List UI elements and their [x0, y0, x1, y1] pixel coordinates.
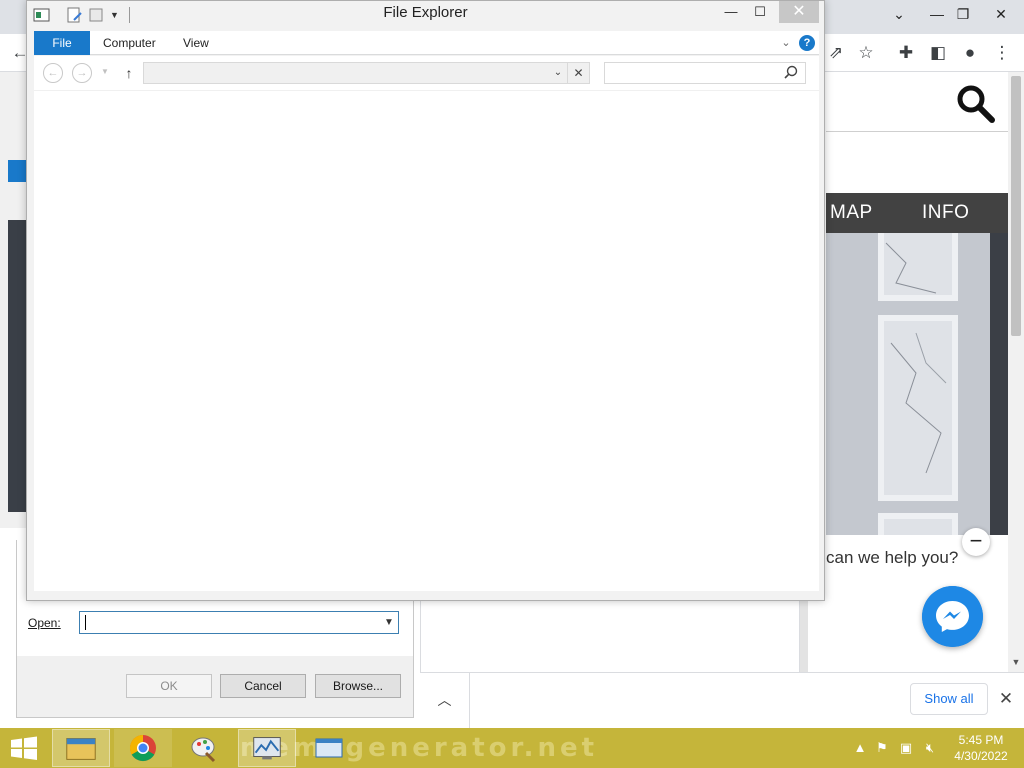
marble-veins-decoration [885, 242, 947, 474]
maximize-button[interactable]: ☐ [745, 1, 775, 23]
scrollbar-thumb[interactable] [1011, 76, 1021, 336]
messenger-chat-button[interactable] [922, 586, 983, 647]
tab-computer[interactable]: Computer [103, 31, 156, 55]
run-taskbar-icon[interactable] [300, 729, 358, 767]
clock-date[interactable]: 4/30/2022 [946, 749, 1016, 763]
menu-kebab-icon[interactable]: ⋮ [990, 42, 1014, 64]
search-input[interactable] [604, 62, 806, 84]
address-bar[interactable] [143, 62, 590, 84]
chevron-down-icon[interactable]: ⌄ [550, 63, 566, 83]
forward-arrow-icon[interactable]: → [72, 63, 92, 83]
hero-edge [990, 233, 1008, 535]
volume-muted-icon[interactable]: 🔇︎ [921, 738, 939, 758]
chat-prompt-text: can we help you? [826, 548, 959, 567]
back-arrow-icon[interactable]: ← [43, 63, 63, 83]
close-icon[interactable]: ✕ [996, 687, 1016, 711]
share-icon[interactable]: ⇗ [824, 42, 848, 64]
tab-view[interactable]: View [183, 31, 209, 55]
search-icon[interactable] [954, 82, 998, 126]
clock-time[interactable]: 5:45 PM [946, 733, 1016, 747]
open-label: Open: [28, 616, 61, 630]
show-all-button[interactable]: Show all [910, 683, 988, 715]
explorer-content-pane[interactable] [34, 90, 819, 591]
bookmark-star-icon[interactable]: ☆ [854, 42, 878, 64]
tab-file[interactable]: File [34, 31, 90, 55]
side-panel-icon[interactable]: ◧ [926, 42, 950, 64]
task-manager-taskbar-icon[interactable] [238, 729, 296, 767]
windows-start-icon[interactable] [0, 728, 48, 768]
background-window-dark-area [8, 220, 28, 512]
file-explorer-taskbar-icon[interactable] [52, 729, 110, 767]
recent-locations-icon[interactable]: ▼ [101, 66, 111, 78]
window-title: File Explorer [383, 4, 468, 21]
show-hidden-icons-icon[interactable]: ▲ [851, 738, 869, 758]
expand-ribbon-icon[interactable]: ⌄ [778, 34, 794, 52]
search-icon[interactable] [782, 64, 800, 82]
network-icon[interactable]: ▣ [897, 738, 915, 758]
background-window-accent [8, 160, 28, 182]
open-combobox[interactable] [79, 611, 399, 634]
text-caret [85, 615, 86, 630]
up-arrow-icon[interactable]: ↑ [120, 63, 138, 83]
chevron-up-icon[interactable]: ︿ [420, 672, 470, 728]
action-center-icon[interactable]: ⚑ [873, 738, 891, 758]
profile-avatar-icon[interactable]: ● [958, 42, 982, 64]
close-button[interactable]: ✕ [779, 1, 819, 23]
nav-item-map[interactable]: MAP [830, 193, 873, 233]
chrome-taskbar-icon[interactable] [114, 729, 172, 767]
help-icon[interactable]: ? [799, 35, 815, 51]
minimize-chat-button[interactable]: − [962, 528, 990, 556]
open-label-text: Open: [28, 616, 61, 630]
extensions-icon[interactable]: ✚ [894, 42, 918, 64]
browse-button[interactable]: Browse... [315, 674, 401, 698]
chevron-down-icon[interactable]: ▼ [380, 612, 398, 633]
clear-address-icon[interactable]: ✕ [567, 63, 589, 83]
scroll-down-icon[interactable]: ▼ [1008, 654, 1024, 670]
cancel-button[interactable]: Cancel [220, 674, 306, 698]
paint-taskbar-icon[interactable] [176, 729, 234, 767]
ok-button[interactable]: OK [126, 674, 212, 698]
browser-close-button[interactable]: ✕ [978, 0, 1024, 30]
hero-image [826, 233, 1008, 535]
nav-item-info[interactable]: INFO [922, 193, 969, 233]
minimize-button[interactable]: — [716, 1, 746, 23]
background-window-panel [420, 600, 800, 672]
